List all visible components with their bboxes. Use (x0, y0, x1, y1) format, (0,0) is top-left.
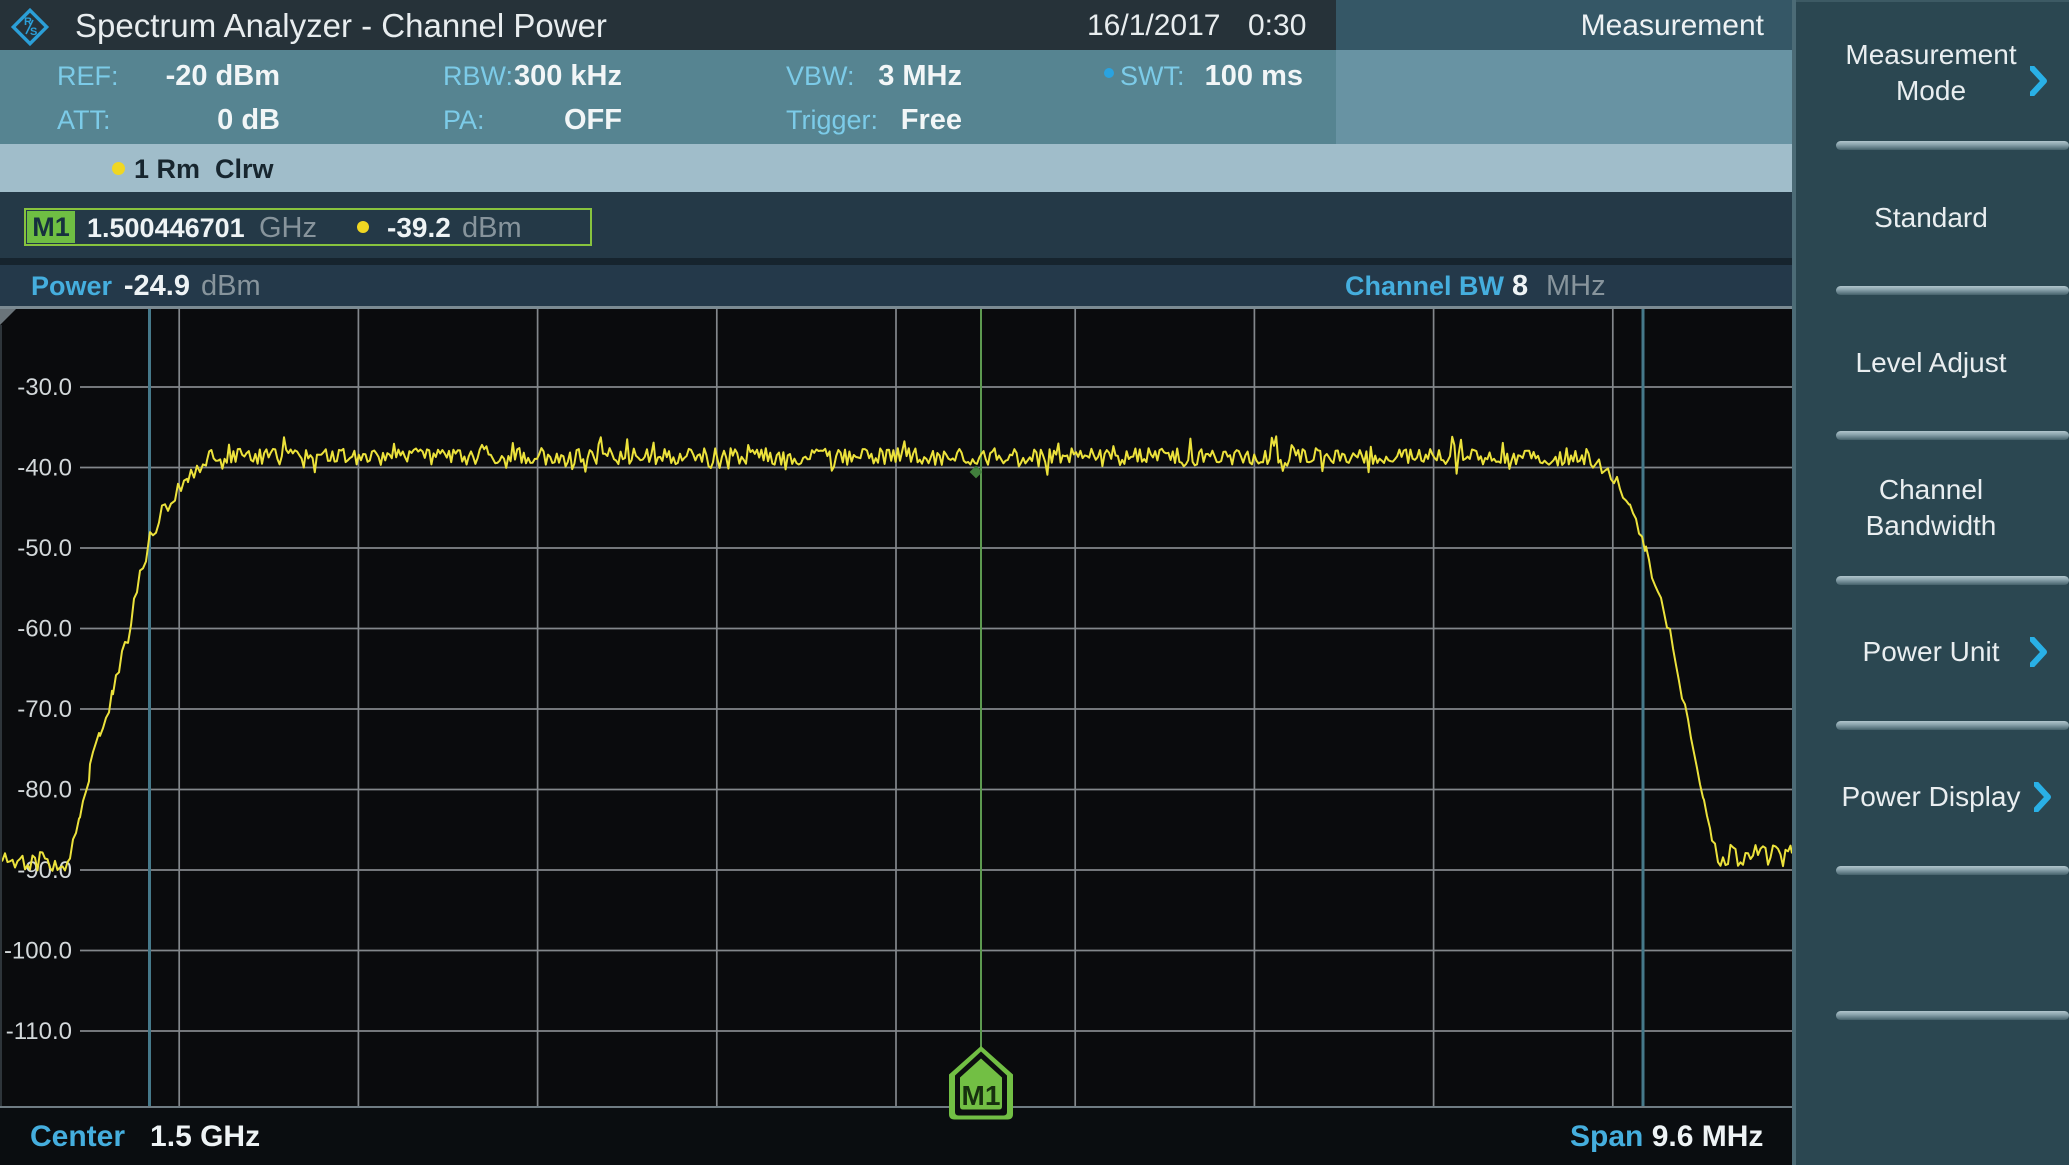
svg-text:S: S (30, 26, 37, 38)
svg-text:-60.0: -60.0 (17, 616, 72, 643)
svg-text:-110.0: -110.0 (6, 1018, 72, 1045)
svg-text:-30.0: -30.0 (17, 374, 72, 401)
svg-text:-90.0: -90.0 (17, 857, 72, 884)
svg-text:-40.0: -40.0 (17, 455, 72, 482)
svg-text:-70.0: -70.0 (17, 696, 72, 723)
svg-text:-50.0: -50.0 (17, 535, 72, 562)
svg-text:-80.0: -80.0 (17, 777, 72, 804)
svg-text:M1: M1 (962, 1080, 1001, 1111)
svg-text:-100.0: -100.0 (4, 938, 72, 965)
